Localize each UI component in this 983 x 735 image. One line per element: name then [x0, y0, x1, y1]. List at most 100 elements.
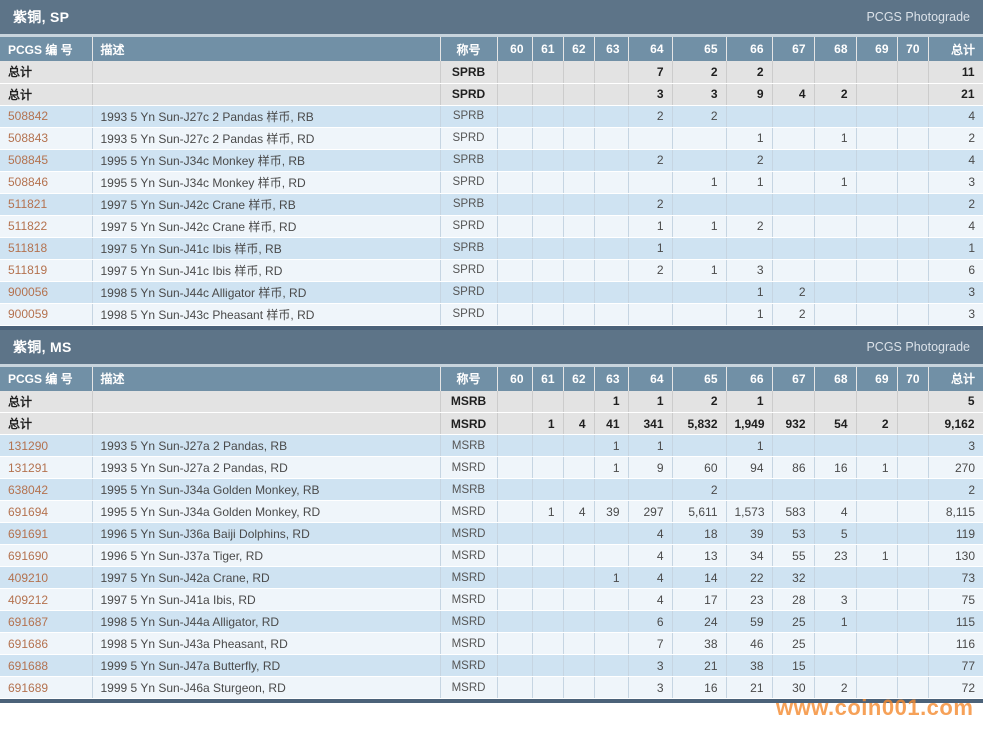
- total-cell[interactable]: 119: [928, 523, 983, 545]
- grade-cell-68[interactable]: [814, 61, 856, 83]
- total-cell[interactable]: 3: [928, 435, 983, 457]
- pcgs-number-link[interactable]: 511822: [0, 215, 92, 237]
- column-header-grade-70[interactable]: 70: [897, 367, 928, 391]
- grade-cell-70[interactable]: [897, 545, 928, 567]
- grade-cell-60[interactable]: [497, 281, 532, 303]
- grade-cell-64[interactable]: 7: [628, 61, 672, 83]
- grade-cell-62[interactable]: [563, 457, 594, 479]
- grade-cell-62[interactable]: [563, 633, 594, 655]
- grade-cell-60[interactable]: [497, 193, 532, 215]
- grade-cell-65[interactable]: 24: [672, 611, 726, 633]
- grade-cell-66[interactable]: 1,949: [726, 413, 772, 435]
- grade-cell-60[interactable]: [497, 479, 532, 501]
- grade-cell-70[interactable]: [897, 215, 928, 237]
- grade-cell-66[interactable]: 1: [726, 391, 772, 413]
- column-header-total[interactable]: 总计: [928, 367, 983, 391]
- grade-cell-68[interactable]: 2: [814, 83, 856, 105]
- table-row[interactable]: 9000561998 5 Yn Sun-J44c Alligator 样币, R…: [0, 281, 983, 303]
- grade-cell-67[interactable]: [772, 215, 814, 237]
- totals-row[interactable]: 总计MSRD14413415,8321,9499325429,162: [0, 413, 983, 435]
- grade-cell-60[interactable]: [497, 501, 532, 523]
- grade-cell-67[interactable]: 2: [772, 303, 814, 325]
- designation-cell[interactable]: SPRD: [440, 281, 497, 303]
- description-cell[interactable]: 1995 5 Yn Sun-J34a Golden Monkey, RD: [92, 501, 440, 523]
- grade-cell-61[interactable]: [532, 61, 563, 83]
- column-header-designation[interactable]: 称号: [440, 37, 497, 61]
- grade-cell-65[interactable]: [672, 237, 726, 259]
- grade-cell-62[interactable]: 4: [563, 501, 594, 523]
- grade-cell-68[interactable]: [814, 259, 856, 281]
- grade-cell-61[interactable]: [532, 127, 563, 149]
- grade-cell-69[interactable]: [856, 83, 897, 105]
- grade-cell-63[interactable]: 1: [594, 567, 628, 589]
- grade-cell-61[interactable]: [532, 545, 563, 567]
- grade-cell-66[interactable]: 2: [726, 215, 772, 237]
- pcgs-number-link[interactable]: 511821: [0, 193, 92, 215]
- grade-cell-64[interactable]: 2: [628, 149, 672, 171]
- grade-cell-64[interactable]: 297: [628, 501, 672, 523]
- grade-cell-70[interactable]: [897, 171, 928, 193]
- grade-cell-63[interactable]: [594, 237, 628, 259]
- section[interactable]: 紫铜, MSPCGS PhotogradePCGS 编 号描述称号6061626…: [0, 330, 983, 704]
- grade-cell-63[interactable]: 1: [594, 435, 628, 457]
- designation-cell[interactable]: MSRD: [440, 589, 497, 611]
- grade-cell-70[interactable]: [897, 677, 928, 699]
- total-cell[interactable]: 130: [928, 545, 983, 567]
- grade-cell-60[interactable]: [497, 83, 532, 105]
- grade-cell-68[interactable]: [814, 281, 856, 303]
- grade-cell-60[interactable]: [497, 567, 532, 589]
- grade-cell-66[interactable]: 1: [726, 127, 772, 149]
- grade-cell-60[interactable]: [497, 303, 532, 325]
- designation-cell[interactable]: SPRB: [440, 193, 497, 215]
- grade-cell-63[interactable]: [594, 655, 628, 677]
- grade-cell-65[interactable]: 2: [672, 61, 726, 83]
- grade-cell-68[interactable]: [814, 193, 856, 215]
- grade-cell-70[interactable]: [897, 61, 928, 83]
- grade-cell-64[interactable]: 3: [628, 655, 672, 677]
- grade-cell-65[interactable]: 2: [672, 105, 726, 127]
- table-row[interactable]: 5088461995 5 Yn Sun-J34c Monkey 样币, RDSP…: [0, 171, 983, 193]
- grade-cell-69[interactable]: [856, 61, 897, 83]
- grade-cell-64[interactable]: 1: [628, 435, 672, 457]
- grade-cell-61[interactable]: [532, 457, 563, 479]
- grade-cell-67[interactable]: 86: [772, 457, 814, 479]
- grade-cell-60[interactable]: [497, 259, 532, 281]
- grade-cell-70[interactable]: [897, 655, 928, 677]
- grade-cell-69[interactable]: [856, 281, 897, 303]
- grade-cell-62[interactable]: [563, 193, 594, 215]
- description-cell[interactable]: 1997 5 Yn Sun-J41c Ibis 样币, RB: [92, 237, 440, 259]
- pcgs-number-link[interactable]: 638042: [0, 479, 92, 501]
- grade-cell-62[interactable]: [563, 655, 594, 677]
- grade-cell-69[interactable]: 2: [856, 413, 897, 435]
- grade-cell-70[interactable]: [897, 237, 928, 259]
- grade-cell-67[interactable]: [772, 61, 814, 83]
- grade-cell-68[interactable]: 3: [814, 589, 856, 611]
- description-cell[interactable]: 1996 5 Yn Sun-J36a Baiji Dolphins, RD: [92, 523, 440, 545]
- column-header-grade-67[interactable]: 67: [772, 367, 814, 391]
- description-cell[interactable]: 1995 5 Yn Sun-J34c Monkey 样币, RB: [92, 149, 440, 171]
- pcgs-number-link[interactable]: 131290: [0, 435, 92, 457]
- grade-cell-67[interactable]: 2: [772, 281, 814, 303]
- grade-cell-64[interactable]: 1: [628, 391, 672, 413]
- table-row[interactable]: 5118221997 5 Yn Sun-J42c Crane 样币, RDSPR…: [0, 215, 983, 237]
- total-cell[interactable]: 2: [928, 127, 983, 149]
- designation-cell[interactable]: SPRB: [440, 149, 497, 171]
- grade-cell-67[interactable]: 25: [772, 633, 814, 655]
- grade-cell-60[interactable]: [497, 435, 532, 457]
- table-row[interactable]: 6916881999 5 Yn Sun-J47a Butterfly, RDMS…: [0, 655, 983, 677]
- grade-cell-69[interactable]: 1: [856, 545, 897, 567]
- designation-cell[interactable]: MSRB: [440, 391, 497, 413]
- description-cell[interactable]: [92, 61, 440, 83]
- grade-cell-63[interactable]: [594, 479, 628, 501]
- section-footer-bar[interactable]: [0, 699, 983, 703]
- grade-cell-60[interactable]: [497, 61, 532, 83]
- section[interactable]: 紫铜, SPPCGS PhotogradePCGS 编 号描述称号6061626…: [0, 0, 983, 330]
- grade-cell-67[interactable]: 53: [772, 523, 814, 545]
- grade-cell-60[interactable]: [497, 215, 532, 237]
- designation-cell[interactable]: MSRD: [440, 501, 497, 523]
- grade-cell-69[interactable]: [856, 259, 897, 281]
- grade-cell-66[interactable]: 2: [726, 149, 772, 171]
- table-row[interactable]: 6380421995 5 Yn Sun-J34a Golden Monkey, …: [0, 479, 983, 501]
- grade-cell-65[interactable]: 38: [672, 633, 726, 655]
- grade-cell-63[interactable]: [594, 259, 628, 281]
